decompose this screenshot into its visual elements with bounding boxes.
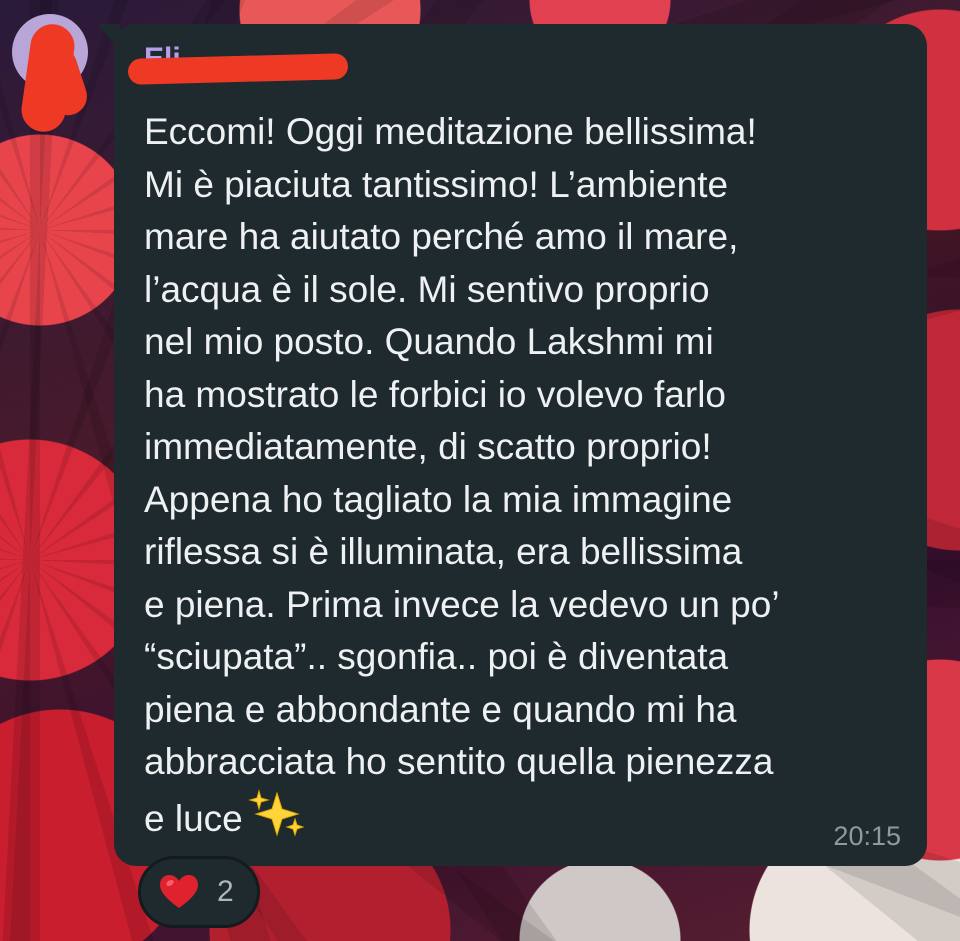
message-body: Eccomi! Oggi meditazione bellissima! Mi … (144, 111, 780, 839)
message-bubble[interactable]: Eli Eccomi! Oggi meditazione bellissima!… (114, 24, 927, 866)
heart-icon (160, 875, 198, 908)
sparkles-icon (247, 788, 305, 837)
reaction-chip[interactable]: 2 (138, 856, 260, 928)
message-timestamp: 20:15 (833, 821, 901, 851)
reaction-count: 2 (217, 875, 234, 908)
sender-name-redaction (127, 53, 349, 85)
message-text: Eccomi! Oggi meditazione bellissima! Mi … (144, 106, 904, 845)
chat-screen: Eli Eccomi! Oggi meditazione bellissima!… (0, 0, 960, 941)
